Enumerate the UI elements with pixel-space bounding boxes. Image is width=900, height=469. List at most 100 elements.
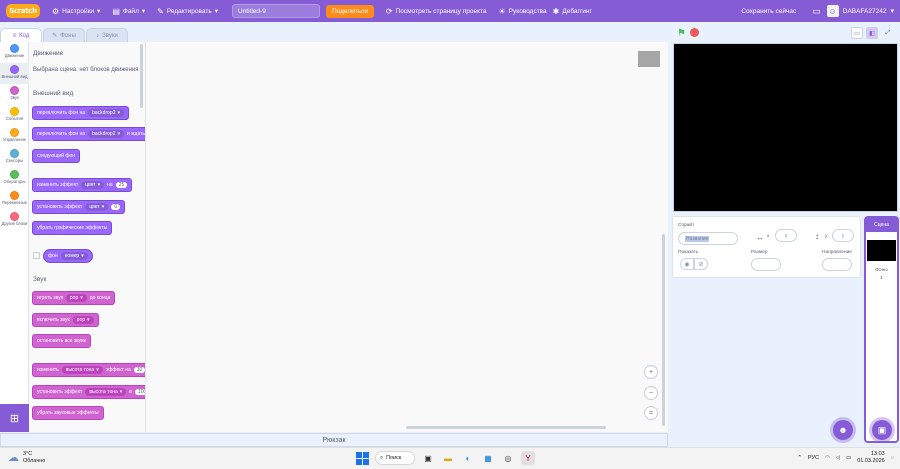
block-clear-graphic-effects[interactable]: убрать графические эффекты bbox=[32, 221, 113, 235]
block-play-sound-until-done[interactable]: играть звук pop ▾ до конца bbox=[32, 291, 116, 305]
clock[interactable]: 13:03 01.03.2026 bbox=[857, 451, 885, 464]
category-variables[interactable]: Переменные bbox=[0, 189, 29, 210]
my-stuff-folder-icon[interactable]: ▭ bbox=[812, 6, 821, 17]
block-change-effect[interactable]: изменить эффект цвет ▾ на 25 bbox=[32, 178, 133, 192]
category-control[interactable]: Управление bbox=[0, 126, 29, 147]
y-field[interactable]: y bbox=[832, 229, 854, 242]
lang-indicator[interactable]: РУС bbox=[808, 455, 819, 461]
category-events[interactable]: События bbox=[0, 105, 29, 126]
x-field[interactable]: x bbox=[775, 229, 797, 242]
category-operators[interactable]: Операторы bbox=[0, 168, 29, 189]
tab-sounds[interactable]: ♪ Звуки bbox=[86, 28, 128, 42]
number-input[interactable]: 25 bbox=[115, 182, 128, 188]
fullscreen-icon[interactable]: ⤢ bbox=[882, 27, 894, 39]
block-switch-backdrop-wait[interactable]: переключить фон на backdrop2 ▾ и ждать bbox=[32, 127, 145, 141]
palette-scrollbar[interactable] bbox=[140, 44, 143, 108]
category-sensing[interactable]: Сенсоры bbox=[0, 147, 29, 168]
share-button[interactable]: Поделиться bbox=[326, 4, 374, 18]
number-input[interactable]: 10 bbox=[133, 367, 145, 373]
reporter-checkbox[interactable] bbox=[33, 252, 40, 259]
backdrop-number-dropdown[interactable]: номер ▾ bbox=[60, 252, 88, 260]
direction-field[interactable] bbox=[822, 258, 852, 271]
add-extension-button[interactable]: ⊞ bbox=[0, 404, 29, 432]
windows-start-icon[interactable] bbox=[356, 451, 369, 465]
category-my-blocks[interactable]: Другие блоки bbox=[0, 210, 29, 231]
dd-value: цвет bbox=[85, 182, 96, 188]
block-stop-all-sounds[interactable]: остановить все звуки bbox=[32, 334, 92, 348]
notifications-icon[interactable]: ◌ bbox=[891, 455, 894, 461]
zoom-out-button[interactable]: − bbox=[644, 386, 658, 400]
settings-menu[interactable]: ⚙ Настройки ▾ bbox=[52, 7, 100, 16]
debugging-button[interactable]: ✱ Дебаггинг bbox=[553, 7, 592, 16]
stage-thumbnail[interactable] bbox=[867, 240, 896, 261]
tab-code[interactable]: ≡ Код bbox=[0, 28, 42, 42]
show-eye-icon[interactable]: ◉ bbox=[680, 258, 694, 270]
backpack-bar[interactable]: Рюкзак bbox=[0, 433, 668, 447]
taskbar-search[interactable]: ⌕ Поиск bbox=[375, 451, 415, 465]
category-motion[interactable]: Движение bbox=[0, 42, 29, 63]
project-title-input[interactable] bbox=[232, 4, 320, 18]
zoom-in-button[interactable]: + bbox=[644, 365, 658, 379]
tutorials-button[interactable]: ☀ Руководства bbox=[499, 7, 547, 16]
dd-value: pop bbox=[69, 295, 79, 301]
app-icon[interactable]: ◎ bbox=[501, 451, 515, 465]
chevron-up-icon[interactable]: ⌃ bbox=[797, 455, 802, 461]
zoom-reset-button[interactable]: = bbox=[644, 406, 658, 420]
see-project-page-button[interactable]: ⟳ Посмотреть страницу проекта bbox=[386, 7, 487, 16]
sprite-name-field[interactable]: Название bbox=[678, 232, 738, 245]
effect-dropdown[interactable]: цвет ▾ bbox=[85, 203, 109, 211]
choose-backdrop-button[interactable]: ▣ bbox=[872, 420, 892, 440]
number-input[interactable]: 100 bbox=[134, 389, 145, 395]
save-now-button[interactable]: Сохранить сейчас bbox=[741, 8, 796, 15]
choose-sprite-button[interactable]: ☻ bbox=[833, 420, 853, 440]
block-switch-backdrop[interactable]: переключить фон на backdrop2 ▾ bbox=[32, 106, 129, 120]
file-menu[interactable]: ▤ Файл ▾ bbox=[112, 7, 145, 16]
tab-backdrops[interactable]: ✎ Фоны bbox=[43, 28, 85, 42]
battery-icon[interactable]: ▭ bbox=[846, 455, 851, 461]
backdrop-dropdown[interactable]: backdrop2 ▾ bbox=[88, 109, 124, 117]
sound-dropdown[interactable]: pop ▾ bbox=[65, 294, 87, 302]
block-change-sound-effect[interactable]: изменить высота тона ▾ эффект на 10 bbox=[32, 363, 145, 377]
small-stage-icon[interactable]: ▭ bbox=[851, 27, 863, 39]
backdrop-dropdown[interactable]: backdrop2 ▾ bbox=[88, 130, 124, 138]
task-view-icon[interactable]: ▣ bbox=[421, 451, 435, 465]
sound-effect-dropdown[interactable]: высота тона ▾ bbox=[61, 366, 103, 374]
edge-icon[interactable]: ◐ bbox=[461, 451, 475, 465]
weather-widget[interactable]: ☁ 3°C Облачно bbox=[8, 451, 45, 464]
edit-menu[interactable]: ✎ Редактировать ▾ bbox=[157, 7, 218, 16]
hide-eye-icon[interactable]: ⊘ bbox=[694, 258, 708, 270]
sound-dropdown[interactable]: pop ▾ bbox=[72, 316, 94, 324]
stage-canvas[interactable] bbox=[673, 43, 898, 212]
backdrops-count: 1 bbox=[880, 276, 883, 281]
green-flag-icon[interactable]: ⚑ bbox=[677, 28, 686, 39]
script-workspace[interactable]: + − = bbox=[146, 42, 668, 432]
zoom-in-icon: + bbox=[648, 368, 654, 376]
file-explorer-icon[interactable]: ▬ bbox=[441, 451, 455, 465]
number-input[interactable]: 0 bbox=[111, 204, 121, 210]
block-backdrop-reporter[interactable]: фон номер ▾ bbox=[43, 249, 93, 263]
yandex-browser-icon[interactable]: Y bbox=[521, 451, 535, 465]
volume-icon[interactable]: ◁ bbox=[836, 455, 840, 461]
scratch-logo[interactable]: Scratch bbox=[6, 4, 40, 18]
category-sound[interactable]: Звук bbox=[0, 84, 29, 105]
sound-effect-dropdown[interactable]: высота тона ▾ bbox=[85, 388, 127, 396]
block-set-sound-effect[interactable]: установить эффект высота тона ▾ в 100 bbox=[32, 385, 145, 399]
store-icon[interactable]: ▦ bbox=[481, 451, 495, 465]
dd-value: номер bbox=[64, 253, 80, 259]
avatar[interactable]: ☺ bbox=[826, 5, 839, 17]
stop-icon[interactable] bbox=[690, 28, 699, 37]
block-clear-sound-effects[interactable]: убрать звуковые эффекты bbox=[32, 406, 104, 420]
chevron-down-icon[interactable]: ▾ bbox=[890, 7, 894, 15]
workspace-vertical-scrollbar[interactable] bbox=[662, 234, 665, 426]
normal-stage-icon[interactable]: ◧ bbox=[866, 27, 878, 39]
username[interactable]: DABAFA27242 bbox=[843, 8, 887, 15]
wifi-icon[interactable]: ◠ bbox=[825, 455, 830, 461]
block-next-backdrop[interactable]: следующий фон bbox=[32, 149, 81, 163]
category-looks[interactable]: Внешний вид bbox=[0, 63, 29, 84]
block-set-effect[interactable]: установить эффект цвет ▾ 0 bbox=[32, 200, 126, 214]
effect-dropdown[interactable]: цвет ▾ bbox=[81, 181, 105, 189]
block-start-sound[interactable]: включить звук pop ▾ bbox=[32, 313, 99, 327]
size-field[interactable] bbox=[751, 258, 781, 271]
stage-selector[interactable]: Сцена Фоны 1 ▣ bbox=[864, 216, 899, 443]
workspace-horizontal-scrollbar[interactable] bbox=[406, 426, 606, 429]
